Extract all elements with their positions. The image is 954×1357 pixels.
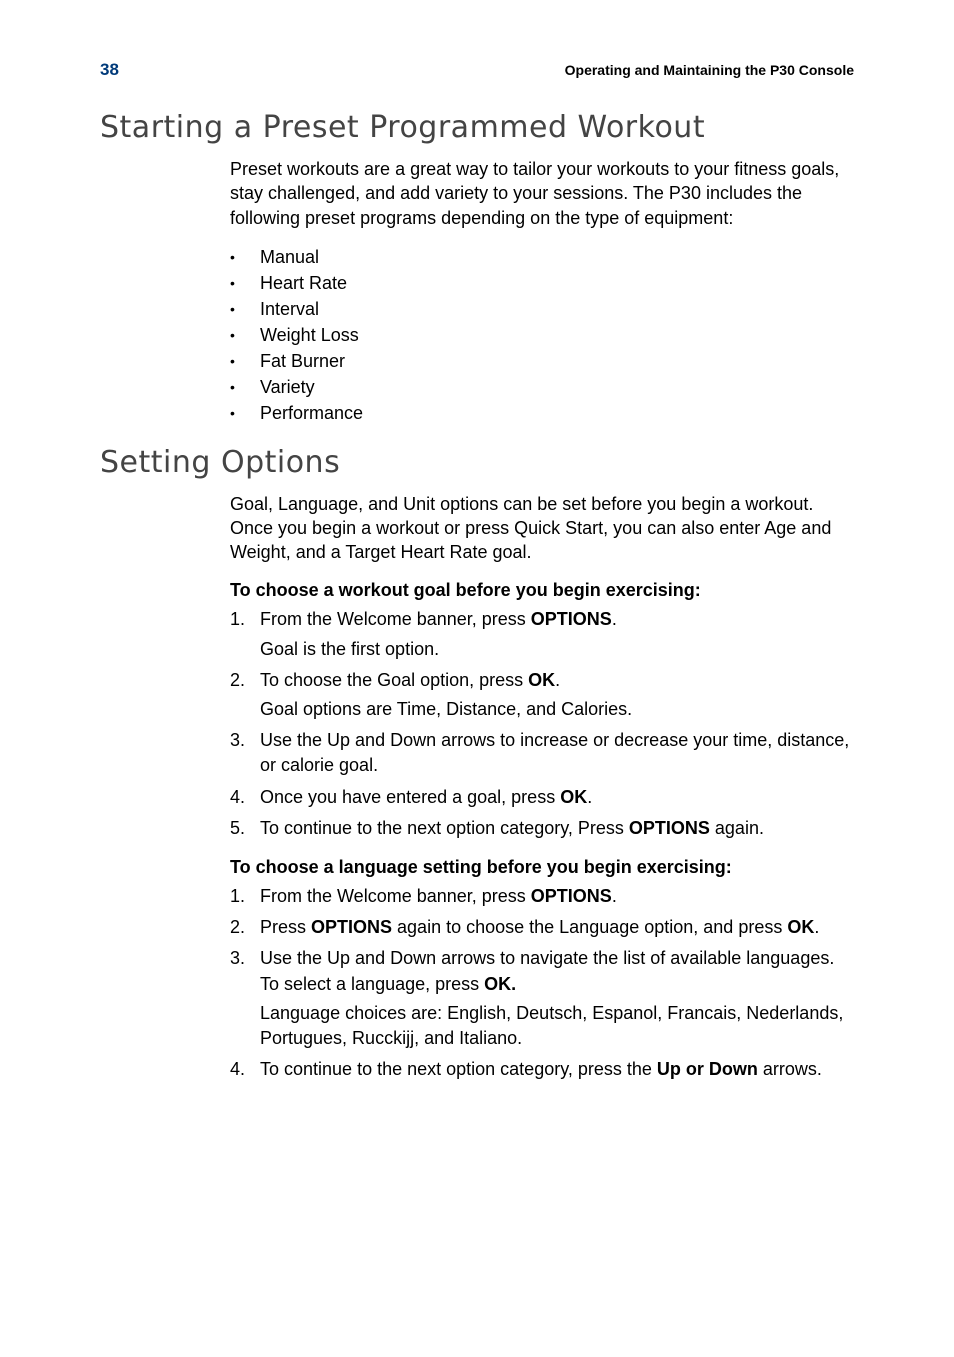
step-number: 4. [230,785,260,810]
step-content: From the Welcome banner, press OPTIONS.G… [260,607,854,661]
section-body: Preset workouts are a great way to tailo… [230,157,854,427]
section-body: Goal, Language, and Unit options can be … [230,492,854,1083]
page-header: 38 Operating and Maintaining the P30 Con… [100,60,854,80]
list-item: •Manual [230,244,854,270]
inline-bold: OPTIONS [311,917,392,937]
inline-bold: OK. [484,974,516,994]
page-number: 38 [100,60,119,80]
bullet-icon: • [230,348,260,371]
list-item: •Variety [230,374,854,400]
list-item: •Fat Burner [230,348,854,374]
intro-paragraph: Goal, Language, and Unit options can be … [230,492,854,565]
list-item: 3.Use the Up and Down arrows to increase… [230,728,854,778]
step-subtext: Goal is the first option. [260,637,854,662]
list-item-text: Manual [260,244,319,270]
document-page: 38 Operating and Maintaining the P30 Con… [0,0,954,1357]
step-number: 2. [230,668,260,722]
step-content: To continue to the next option category,… [260,1057,854,1082]
inline-bold: OPTIONS [531,609,612,629]
list-item-text: Fat Burner [260,348,345,374]
list-item-text: Interval [260,296,319,322]
step-number: 1. [230,607,260,661]
step-content: Once you have entered a goal, press OK. [260,785,854,810]
intro-paragraph: Preset workouts are a great way to tailo… [230,157,854,230]
list-item: •Heart Rate [230,270,854,296]
list-item: 4.Once you have entered a goal, press OK… [230,785,854,810]
inline-bold: OK [787,917,814,937]
list-item: 3.Use the Up and Down arrows to navigate… [230,946,854,1051]
step-subtext: Language choices are: English, Deutsch, … [260,1001,854,1051]
list-item-text: Variety [260,374,315,400]
inline-bold: OPTIONS [629,818,710,838]
list-item-text: Weight Loss [260,322,359,348]
list-item: 5.To continue to the next option categor… [230,816,854,841]
list-item: 2.To choose the Goal option, press OK.Go… [230,668,854,722]
list-item: •Performance [230,400,854,426]
step-number: 5. [230,816,260,841]
inline-bold: OPTIONS [531,886,612,906]
bullet-icon: • [230,374,260,397]
step-content: From the Welcome banner, press OPTIONS. [260,884,854,909]
bullet-icon: • [230,296,260,319]
step-content: Use the Up and Down arrows to navigate t… [260,946,854,1051]
list-item: •Interval [230,296,854,322]
inline-bold: Up or Down [657,1059,758,1079]
bullet-icon: • [230,322,260,345]
section-heading: Setting Options [100,445,854,480]
list-item: 4.To continue to the next option categor… [230,1057,854,1082]
bullet-icon: • [230,400,260,423]
procedure-heading: To choose a language setting before you … [230,857,854,878]
numbered-list: 1.From the Welcome banner, press OPTIONS… [230,884,854,1082]
running-header: Operating and Maintaining the P30 Consol… [565,62,854,78]
bullet-icon: • [230,244,260,267]
procedure-heading: To choose a workout goal before you begi… [230,580,854,601]
section-heading: Starting a Preset Programmed Workout [100,110,854,145]
step-content: To choose the Goal option, press OK.Goal… [260,668,854,722]
bullet-icon: • [230,270,260,293]
step-number: 1. [230,884,260,909]
list-item-text: Performance [260,400,363,426]
list-item: •Weight Loss [230,322,854,348]
step-number: 3. [230,946,260,1051]
list-item: 1.From the Welcome banner, press OPTIONS… [230,607,854,661]
step-number: 2. [230,915,260,940]
step-number: 3. [230,728,260,778]
step-content: Press OPTIONS again to choose the Langua… [260,915,854,940]
list-item-text: Heart Rate [260,270,347,296]
list-item: 1.From the Welcome banner, press OPTIONS… [230,884,854,909]
step-subtext: Goal options are Time, Distance, and Cal… [260,697,854,722]
list-item: 2.Press OPTIONS again to choose the Lang… [230,915,854,940]
numbered-list: 1.From the Welcome banner, press OPTIONS… [230,607,854,841]
inline-bold: OK [528,670,555,690]
inline-bold: OK [560,787,587,807]
step-number: 4. [230,1057,260,1082]
bullet-list: •Manual•Heart Rate•Interval•Weight Loss•… [230,244,854,427]
step-content: To continue to the next option category,… [260,816,854,841]
step-content: Use the Up and Down arrows to increase o… [260,728,854,778]
